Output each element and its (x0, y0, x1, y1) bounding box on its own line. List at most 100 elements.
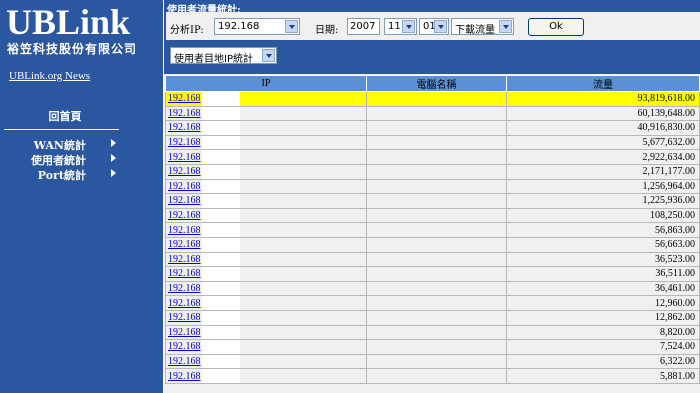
ip-cell: 192.168 (165, 368, 367, 384)
ip-link[interactable]: 192.168 (168, 166, 201, 177)
computer-name-cell (366, 324, 507, 341)
traffic-cell: 12,960.00 (506, 295, 700, 311)
redaction-mask (202, 369, 240, 383)
year-input[interactable]: 2007 (347, 18, 380, 35)
traffic-cell: 12,862.00 (506, 309, 700, 326)
sidebar-item-label: 使用者統計 (31, 154, 86, 167)
computer-name-cell (366, 236, 507, 253)
table-header-row: IP 電腦名稱 流量 (165, 75, 700, 92)
ip-link[interactable]: 192.168 (168, 122, 201, 133)
ok-button[interactable]: Ok (528, 18, 584, 36)
ip-cell: 192.168 (165, 295, 367, 311)
sidebar-item-user-stats[interactable]: 使用者統計 (20, 152, 120, 167)
computer-name-cell (366, 309, 507, 326)
ip-link[interactable]: 192.168 (168, 108, 201, 119)
traffic-cell: 5,881.00 (506, 368, 700, 384)
traffic-cell: 60,139,648.00 (506, 105, 700, 122)
computer-name-cell (366, 368, 507, 384)
column-header-computer-name: 電腦名稱 (366, 75, 507, 92)
traffic-cell: 8,820.00 (506, 324, 700, 341)
ip-cell: 192.168 (165, 266, 367, 282)
traffic-cell: 2,171,177.00 (506, 163, 700, 180)
ip-link[interactable]: 192.168 (168, 93, 201, 104)
mode-select[interactable]: 使用者目地IP統計 (170, 47, 277, 65)
ip-link[interactable]: 192.168 (168, 239, 201, 250)
ip-cell: 192.168 (165, 193, 367, 209)
traffic-cell: 2,922,634.00 (506, 149, 700, 165)
traffic-cell: 36,511.00 (506, 266, 700, 282)
column-header-traffic: 流量 (506, 75, 700, 92)
computer-name-cell (366, 251, 507, 268)
ip-cell: 192.168 (165, 134, 367, 151)
redaction-mask (202, 355, 240, 368)
table-row: 192.168 2,922,634.00 (165, 149, 700, 165)
chevron-down-icon (434, 20, 447, 33)
ip-link[interactable]: 192.168 (168, 225, 201, 236)
ip-link[interactable]: 192.168 (168, 283, 201, 294)
ip-link[interactable]: 192.168 (168, 254, 201, 265)
ip-cell: 192.168 (165, 149, 367, 165)
computer-name-cell (366, 280, 507, 297)
redaction-mask (202, 238, 240, 252)
traffic-table: IP 電腦名稱 流量 192.168 93,819,618.00 192.168 60… (165, 75, 700, 384)
ip-link[interactable]: 192.168 (168, 195, 201, 206)
table-row: 192.168 1,225,936.00 (165, 193, 700, 209)
ip-link[interactable]: 192.168 (168, 268, 201, 279)
ip-link[interactable]: 192.168 (168, 341, 201, 352)
sidebar-item-port-stats[interactable]: Port統計 (20, 167, 120, 182)
ip-link[interactable]: 192.168 (168, 152, 201, 163)
ip-link[interactable]: 192.168 (168, 327, 201, 338)
ip-link[interactable]: 192.168 (168, 210, 201, 221)
mode-select-value: 使用者目地IP統計 (174, 54, 253, 65)
month-select-value: 11 (388, 21, 401, 32)
filter-row: 分析IP: 192.168 日期: 2007 11 01 下載流量 Ok (166, 12, 700, 40)
traffic-cell: 108,250.00 (506, 207, 700, 224)
redaction-mask (202, 311, 240, 325)
redaction-mask (202, 253, 240, 266)
table-row: 192.168 12,862.00 (165, 309, 700, 326)
sidebar-item-wan-stats[interactable]: WAN統計 (20, 137, 120, 152)
traffic-cell: 1,225,936.00 (506, 193, 700, 209)
traffic-cell: 6,322.00 (506, 353, 700, 370)
redaction-mask (202, 340, 240, 354)
chevron-down-icon (499, 20, 512, 33)
ip-cell: 192.168 (165, 236, 367, 253)
day-select[interactable]: 01 (419, 18, 449, 35)
company-name: 裕笠科技股份有限公司 (7, 42, 138, 56)
redaction-mask (202, 209, 240, 222)
table-row: 192.168 12,960.00 (165, 295, 700, 311)
redaction-mask (202, 282, 240, 295)
computer-name-cell (366, 339, 507, 355)
redaction-mask (202, 165, 240, 179)
ip-link[interactable]: 192.168 (168, 356, 201, 367)
chevron-down-icon (285, 20, 298, 33)
table-row: 192.168 6,322.00 (165, 353, 700, 370)
arrow-right-icon (111, 169, 116, 177)
ip-cell: 192.168 (165, 105, 367, 122)
month-select[interactable]: 11 (384, 18, 417, 35)
table-row: 192.168 56,663.00 (165, 236, 700, 253)
ip-cell: 192.168 (165, 91, 367, 107)
computer-name-cell (366, 295, 507, 311)
computer-name-cell (366, 163, 507, 180)
ip-link[interactable]: 192.168 (168, 312, 201, 323)
arrow-right-icon (111, 154, 116, 162)
ip-link[interactable]: 192.168 (168, 371, 201, 382)
news-link[interactable]: UBLink.org News (9, 70, 90, 82)
redaction-mask (202, 136, 240, 149)
redaction-mask (202, 107, 240, 120)
redaction-mask (202, 296, 240, 310)
direction-select-value: 下載流量 (455, 25, 495, 36)
traffic-cell: 56,663.00 (506, 236, 700, 253)
table-row: 192.168 8,820.00 (165, 324, 700, 341)
direction-select[interactable]: 下載流量 (451, 18, 514, 36)
ip-select[interactable]: 192.168 (214, 18, 300, 35)
computer-name-cell (366, 178, 507, 195)
ip-link[interactable]: 192.168 (168, 137, 201, 148)
table-row: 192.168 7,524.00 (165, 339, 700, 355)
home-link[interactable]: 回首頁 (0, 108, 130, 124)
ip-cell: 192.168 (165, 280, 367, 297)
ip-link[interactable]: 192.168 (168, 181, 201, 192)
computer-name-cell (366, 193, 507, 209)
ip-link[interactable]: 192.168 (168, 298, 201, 309)
